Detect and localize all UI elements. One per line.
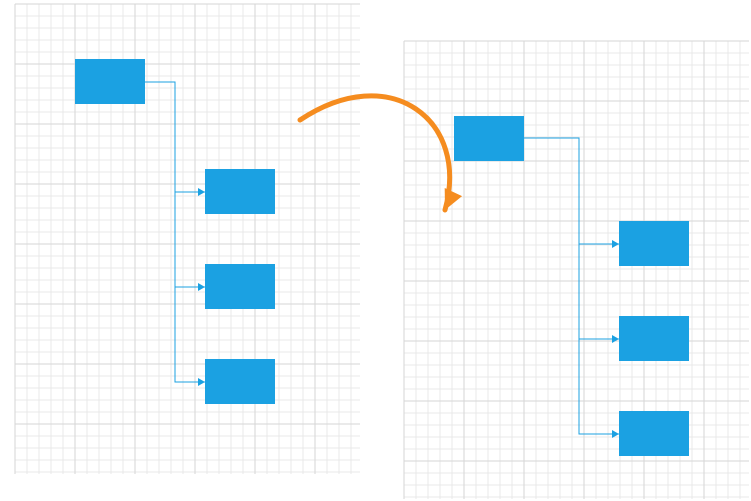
node-r-c1[interactable] xyxy=(619,221,689,266)
node-l-root[interactable] xyxy=(75,59,145,104)
canvas-right[interactable] xyxy=(404,41,749,499)
node-r-c2[interactable] xyxy=(619,316,689,361)
diagram-stage xyxy=(0,0,751,501)
node-l-c1[interactable] xyxy=(205,169,275,214)
canvas-left[interactable] xyxy=(15,4,360,474)
node-l-c2[interactable] xyxy=(205,264,275,309)
diagram-svg xyxy=(0,0,751,501)
node-r-c3[interactable] xyxy=(619,411,689,456)
node-r-root[interactable] xyxy=(454,116,524,161)
node-l-c3[interactable] xyxy=(205,359,275,404)
